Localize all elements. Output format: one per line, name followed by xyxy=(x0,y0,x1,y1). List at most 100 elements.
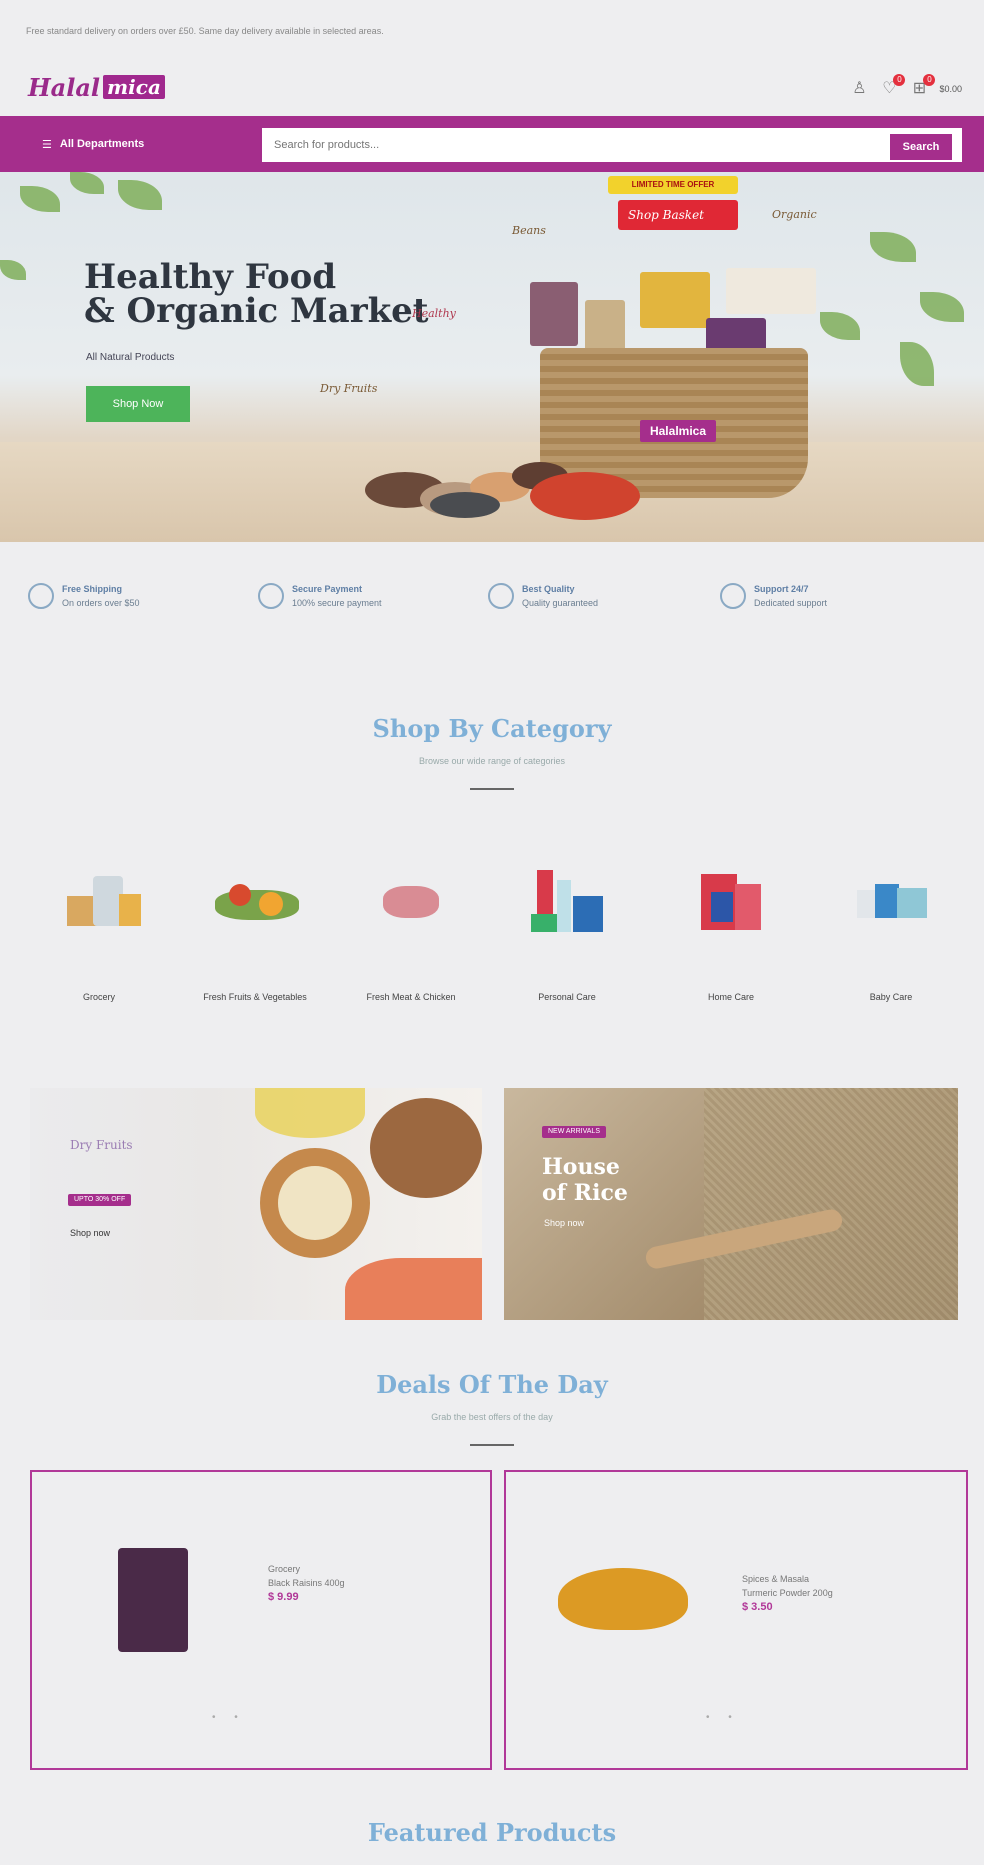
top-notice-bar: Free standard delivery on orders over £5… xyxy=(0,0,984,60)
features-row: Free Shipping On orders over $50 Secure … xyxy=(0,575,984,625)
feature-text: Best Quality Quality guaranteed xyxy=(522,582,598,610)
shipping-icon xyxy=(28,583,54,609)
departments-label: All Departments xyxy=(59,138,145,150)
banner-heading: Dry Fruits xyxy=(70,1138,133,1152)
logo-word: Halal xyxy=(28,72,101,102)
shop-by-category-title: Shop By Category xyxy=(372,714,612,743)
category-label: Personal Care xyxy=(538,992,596,1002)
wishlist-icon[interactable]: ♡ 0 xyxy=(879,74,906,100)
hero-title-line1: Healthy Food xyxy=(84,257,337,297)
category-item-fruits-vegetables[interactable]: Fresh Fruits & Vegetables xyxy=(180,850,330,1020)
support-icon xyxy=(720,583,746,609)
feature-item: Secure Payment 100% secure payment xyxy=(258,575,382,617)
feature-text: Secure Payment 100% secure payment xyxy=(292,582,382,610)
product-pack xyxy=(640,272,710,328)
site-header: Halal mica ♙ ♡ 0 ⊞ 0 $0.00 xyxy=(0,60,984,118)
section-divider xyxy=(470,788,514,790)
user-icon[interactable]: ♙ xyxy=(849,78,869,100)
category-item-grocery[interactable]: Grocery xyxy=(24,850,174,1020)
house-of-rice-banner[interactable]: NEW ARRIVALS House of Rice Shop now xyxy=(504,1088,958,1320)
sack-texture xyxy=(704,1088,958,1320)
site-logo[interactable]: Halal mica xyxy=(28,70,165,104)
feature-title: Free Shipping xyxy=(62,584,123,594)
banner-new-pill: NEW ARRIVALS xyxy=(542,1126,606,1138)
banner-title: House of Rice xyxy=(542,1154,628,1206)
logo-word-highlight: mica xyxy=(103,75,165,99)
search-bar: ☰ All Departments Search xyxy=(0,116,984,172)
fruits-vegetables-image xyxy=(215,870,299,930)
deal-price: $ 9.99 xyxy=(268,1591,299,1603)
feature-title: Secure Payment xyxy=(292,584,363,594)
product-pack xyxy=(706,318,766,352)
product-image xyxy=(558,1568,688,1630)
category-item-meat-chicken[interactable]: Fresh Meat & Chicken xyxy=(336,850,486,1020)
leaf-decoration xyxy=(118,180,162,210)
category-label: Baby Care xyxy=(869,992,913,1002)
dry-fruits-tag: Dry Fruits xyxy=(320,382,378,395)
menu-icon: ☰ xyxy=(42,138,52,151)
secure-payment-icon xyxy=(258,583,284,609)
hero-title-line2: & Organic Market xyxy=(84,291,429,331)
deal-card[interactable]: Grocery Black Raisins 400g $ 9.99 • • xyxy=(30,1470,492,1770)
feature-item: Support 24/7 Dedicated support xyxy=(720,575,827,617)
search-input[interactable] xyxy=(262,128,962,162)
hero-title: Healthy Food & Organic Market xyxy=(84,260,429,328)
deal-info: Spices & Masala Turmeric Powder 200g $ 3… xyxy=(742,1572,833,1614)
banner-offer-pill: UPTO 30% OFF xyxy=(68,1194,132,1206)
search-button[interactable]: Search xyxy=(890,134,952,160)
spice-heap xyxy=(430,492,500,518)
quality-icon xyxy=(488,583,514,609)
personal-care-image xyxy=(527,870,607,932)
deals-title: Deals Of The Day xyxy=(376,1370,608,1399)
feature-desc: On orders over $50 xyxy=(62,598,140,608)
hero-banner: Healthy Food & Organic Market Healthy Al… xyxy=(0,172,984,542)
all-departments-button[interactable]: ☰ All Departments xyxy=(0,116,258,172)
hero-script-tag: Healthy xyxy=(412,307,456,320)
shop-by-category-subtitle: Browse our wide range of categories xyxy=(418,756,566,766)
carousel-dots[interactable]: • • xyxy=(212,1712,246,1723)
home-care-image xyxy=(691,870,771,930)
baby-care-image xyxy=(851,870,931,930)
feature-item: Free Shipping On orders over $50 xyxy=(28,575,140,617)
leaf-decoration xyxy=(870,232,916,262)
deal-product-name[interactable]: Turmeric Powder 200g xyxy=(742,1586,833,1600)
feature-desc: 100% secure payment xyxy=(292,598,382,608)
feature-item: Best Quality Quality guaranteed xyxy=(488,575,598,617)
deal-card[interactable]: Spices & Masala Turmeric Powder 200g $ 3… xyxy=(504,1470,968,1770)
shop-now-button[interactable]: Shop Now xyxy=(86,386,190,422)
category-list: Grocery Fresh Fruits & Vegetables Fresh … xyxy=(0,850,984,1030)
carousel-dots[interactable]: • • xyxy=(706,1712,740,1723)
feature-desc: Quality guaranteed xyxy=(522,598,599,608)
meat-chicken-image xyxy=(371,870,451,930)
cart-total: $0.00 xyxy=(939,84,962,94)
cart-icon[interactable]: ⊞ 0 xyxy=(909,74,936,100)
product-pack xyxy=(585,300,625,352)
category-label: Fresh Meat & Chicken xyxy=(366,992,456,1002)
deal-category: Spices & Masala xyxy=(742,1574,810,1584)
deals-subtitle: Grab the best offers of the day xyxy=(431,1412,553,1422)
category-item-home-care[interactable]: Home Care xyxy=(656,850,806,1020)
walnut-bowl xyxy=(370,1098,482,1198)
leaf-decoration xyxy=(900,342,934,386)
deal-product-name[interactable]: Black Raisins 400g xyxy=(268,1576,345,1590)
feature-title: Support 24/7 xyxy=(754,584,809,594)
wishlist-count-badge: 0 xyxy=(893,74,906,86)
banner-link[interactable]: Shop now xyxy=(544,1218,584,1228)
category-label: Home Care xyxy=(707,992,754,1002)
featured-products-title: Featured Products xyxy=(367,1818,617,1847)
product-pack xyxy=(530,282,578,346)
banner-link[interactable]: Shop now xyxy=(70,1228,110,1238)
organic-tag: Organic xyxy=(772,208,817,221)
hero-subtitle: All Natural Products xyxy=(86,352,175,363)
category-item-baby-care[interactable]: Baby Care xyxy=(816,850,966,1020)
dry-fruits-banner[interactable]: Dry Fruits UPTO 30% OFF Shop now xyxy=(30,1088,482,1320)
category-item-personal-care[interactable]: Personal Care xyxy=(492,850,642,1020)
feature-title: Best Quality xyxy=(522,584,575,594)
leaf-decoration xyxy=(920,292,964,322)
product-pack xyxy=(726,268,816,314)
deal-info: Grocery Black Raisins 400g $ 9.99 xyxy=(268,1562,345,1604)
feature-desc: Dedicated support xyxy=(754,598,828,608)
cart-count-badge: 0 xyxy=(923,74,936,86)
category-label: Fresh Fruits & Vegetables xyxy=(203,992,307,1002)
deal-category: Grocery xyxy=(268,1564,301,1574)
